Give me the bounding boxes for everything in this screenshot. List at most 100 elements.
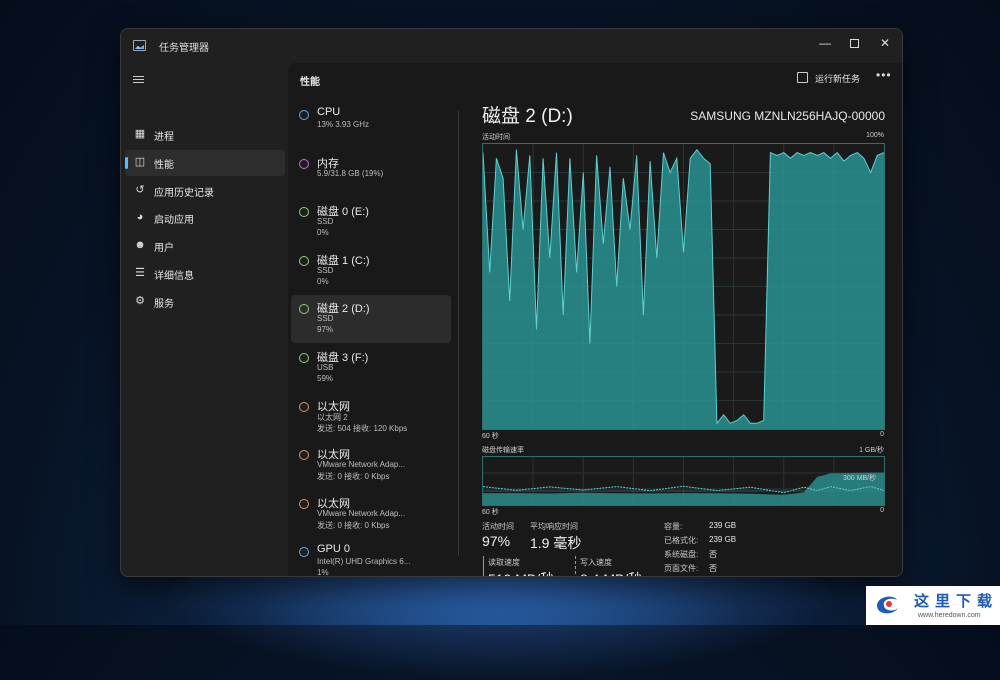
sidebar-item-label: 性能 <box>154 159 174 171</box>
device-name: GPU 0 <box>317 543 351 556</box>
device-detail-line: SSD <box>317 217 334 227</box>
activity-graph-max: 100% <box>866 132 884 139</box>
transfer-graph-max: 1 GB/秒 <box>859 447 884 454</box>
property-label: 已格式化: <box>664 536 699 545</box>
page-title: 性能 <box>300 77 320 88</box>
device-detail-line: 5.9/31.8 GB (19%) <box>317 168 384 178</box>
read-speed-bar <box>483 556 484 576</box>
task-manager-window: 任务管理器 — ✕ ▦ 进程 ◫ 性能 ↺ 应用历史记录 ◕ 启动应用 ☻ 用户 ☰ 详细信息 ⚙ 服务 … <box>120 28 903 577</box>
users-icon: ☻ <box>134 239 146 252</box>
device-status-dot <box>299 547 309 558</box>
device-status-dot <box>299 353 309 363</box>
property-value: 239 GB <box>709 535 737 544</box>
run-task-icon[interactable] <box>797 72 808 83</box>
titlebar[interactable]: 任务管理器 — ✕ <box>121 29 902 63</box>
device-item[interactable]: 磁盘 3 (F:) USB 59% <box>291 344 451 392</box>
maximize-icon <box>849 39 859 49</box>
transfer-graph-xright: 0 <box>880 507 884 514</box>
watermark-swirl-icon <box>877 596 898 614</box>
device-status-dot <box>299 304 309 315</box>
activity-time-graph <box>482 143 885 430</box>
sidebar-item-label: 用户 <box>154 243 174 255</box>
property-value: 239 GB <box>709 521 737 530</box>
device-detail-line: SSD <box>317 265 334 275</box>
response-time-label: 平均响应时间 <box>530 522 578 531</box>
read-speed-value: 519 MB/秒 <box>488 569 554 576</box>
sidebar-item-label: 应用历史记录 <box>154 187 214 199</box>
write-speed-bar <box>575 556 577 576</box>
sidebar: ▦进程◫性能↺应用历史记录◕启动应用☻用户☰详细信息⚙服务 ⚙ 设置 <box>121 63 288 576</box>
device-usage-line: 0% <box>317 228 329 238</box>
window-title: 任务管理器 <box>159 43 209 54</box>
device-usage-line: 59% <box>317 374 334 383</box>
sidebar-item-5[interactable]: ☰ 详细信息 <box>125 261 285 287</box>
minimize-button[interactable]: — <box>810 32 840 54</box>
maximize-button[interactable] <box>839 32 869 54</box>
device-usage-line: 发送: 0 接收: 0 Kbps <box>317 472 390 482</box>
more-options-button[interactable]: ••• <box>876 68 892 82</box>
processes-icon: ▦ <box>134 128 146 140</box>
device-detail-line: USB <box>317 363 334 372</box>
property-value: 否 <box>709 550 717 559</box>
device-item[interactable]: 以太网 VMware Network Adap... 发送: 0 接收: 0 Kbp… <box>291 441 451 489</box>
run-new-task-button[interactable]: 运行新任务 <box>815 72 860 85</box>
read-speed-label: 读取速度 <box>488 558 520 567</box>
device-status-dot <box>299 450 309 461</box>
sidebar-item-label: 服务 <box>154 298 174 310</box>
content-header: 性能 运行新任务 ••• <box>288 63 902 93</box>
device-item[interactable]: CPU 13% 3.93 GHz <box>291 101 451 149</box>
device-item[interactable]: 以太网 以太网 2 发送: 504 接收: 120 Kbps <box>291 393 451 441</box>
transfer-graph-label: 磁盘传输速率 <box>482 447 524 454</box>
sidebar-item-1[interactable]: ◫ 性能 <box>125 149 285 176</box>
write-speed-value: 8.4 MB/秒 <box>580 569 642 576</box>
device-usage-line: 97% <box>317 325 334 335</box>
device-status-dot <box>299 498 309 509</box>
disk-model: SAMSUNG MZNLN256HAJQ-00000 <box>690 109 885 123</box>
close-button[interactable]: ✕ <box>870 32 900 54</box>
active-time-value: 97% <box>482 533 511 549</box>
property-label: 容量: <box>664 522 683 531</box>
sidebar-item-label: 启动应用 <box>154 215 194 227</box>
sidebar-item-2[interactable]: ↺ 应用历史记录 <box>125 178 285 204</box>
details-icon: ☰ <box>135 267 145 279</box>
activity-graph-label: 活动时间 <box>482 134 510 141</box>
device-detail-line: Intel(R) UHD Graphics 6... <box>317 557 411 567</box>
sidebar-item-label: 详细信息 <box>154 271 194 282</box>
device-detail-line: 以太网 2 <box>317 412 348 422</box>
device-status-dot <box>299 110 309 120</box>
device-usage-line: 0% <box>317 276 329 286</box>
disk-detail-pane: 磁盘 2 (D:) SAMSUNG MZNLN256HAJQ-00000 活动时… <box>482 97 892 576</box>
device-status-dot <box>299 207 309 218</box>
property-label: 页面文件: <box>664 564 699 573</box>
device-item[interactable]: 磁盘 2 (D:) SSD 97% <box>291 295 451 344</box>
watermark-url: www.heredown.com <box>918 612 981 619</box>
device-item[interactable]: 以太网 VMware Network Adap... 发送: 0 接收: 0 Kbp… <box>291 490 451 538</box>
device-status-dot <box>299 401 309 412</box>
activity-graph-xright: 0 <box>880 431 884 438</box>
device-item[interactable]: 磁盘 0 (E:) SSD 0% <box>291 198 451 246</box>
sidebar-item-4[interactable]: ☻ 用户 <box>125 233 285 259</box>
device-item[interactable]: 磁盘 1 (C:) SSD 0% <box>291 247 451 295</box>
pane-divider[interactable] <box>458 111 459 556</box>
services-icon: ⚙ <box>135 294 145 307</box>
device-status-dot <box>299 255 309 266</box>
device-usage-line: 发送: 504 接收: 120 Kbps <box>317 423 408 433</box>
property-label: 系统磁盘: <box>664 550 699 559</box>
transfer-rate-graph <box>482 456 885 506</box>
sidebar-item-0[interactable]: ▦ 进程 <box>125 122 285 148</box>
transfer-graph-inner-label: 300 MB/秒 <box>843 475 877 482</box>
watermark-text: 这里下载 <box>914 592 999 610</box>
device-name: CPU <box>317 106 341 118</box>
performance-icon: ◫ <box>134 155 146 168</box>
device-detail-line: SSD <box>317 314 334 324</box>
device-status-dot <box>299 158 309 169</box>
sidebar-item-3[interactable]: ◕ 启动应用 <box>125 205 285 231</box>
sidebar-item-label: 进程 <box>154 132 174 143</box>
app-history-icon: ↺ <box>135 183 145 196</box>
device-item[interactable]: 内存 5.9/31.8 GB (19%) <box>291 150 451 198</box>
device-item[interactable]: GPU 0 Intel(R) UHD Graphics 6... 1% <box>291 538 451 576</box>
hamburger-menu-icon[interactable] <box>133 74 144 85</box>
response-time-value: 1.9 毫秒 <box>530 535 582 551</box>
property-value: 否 <box>709 564 717 573</box>
sidebar-item-6[interactable]: ⚙ 服务 <box>125 289 285 315</box>
